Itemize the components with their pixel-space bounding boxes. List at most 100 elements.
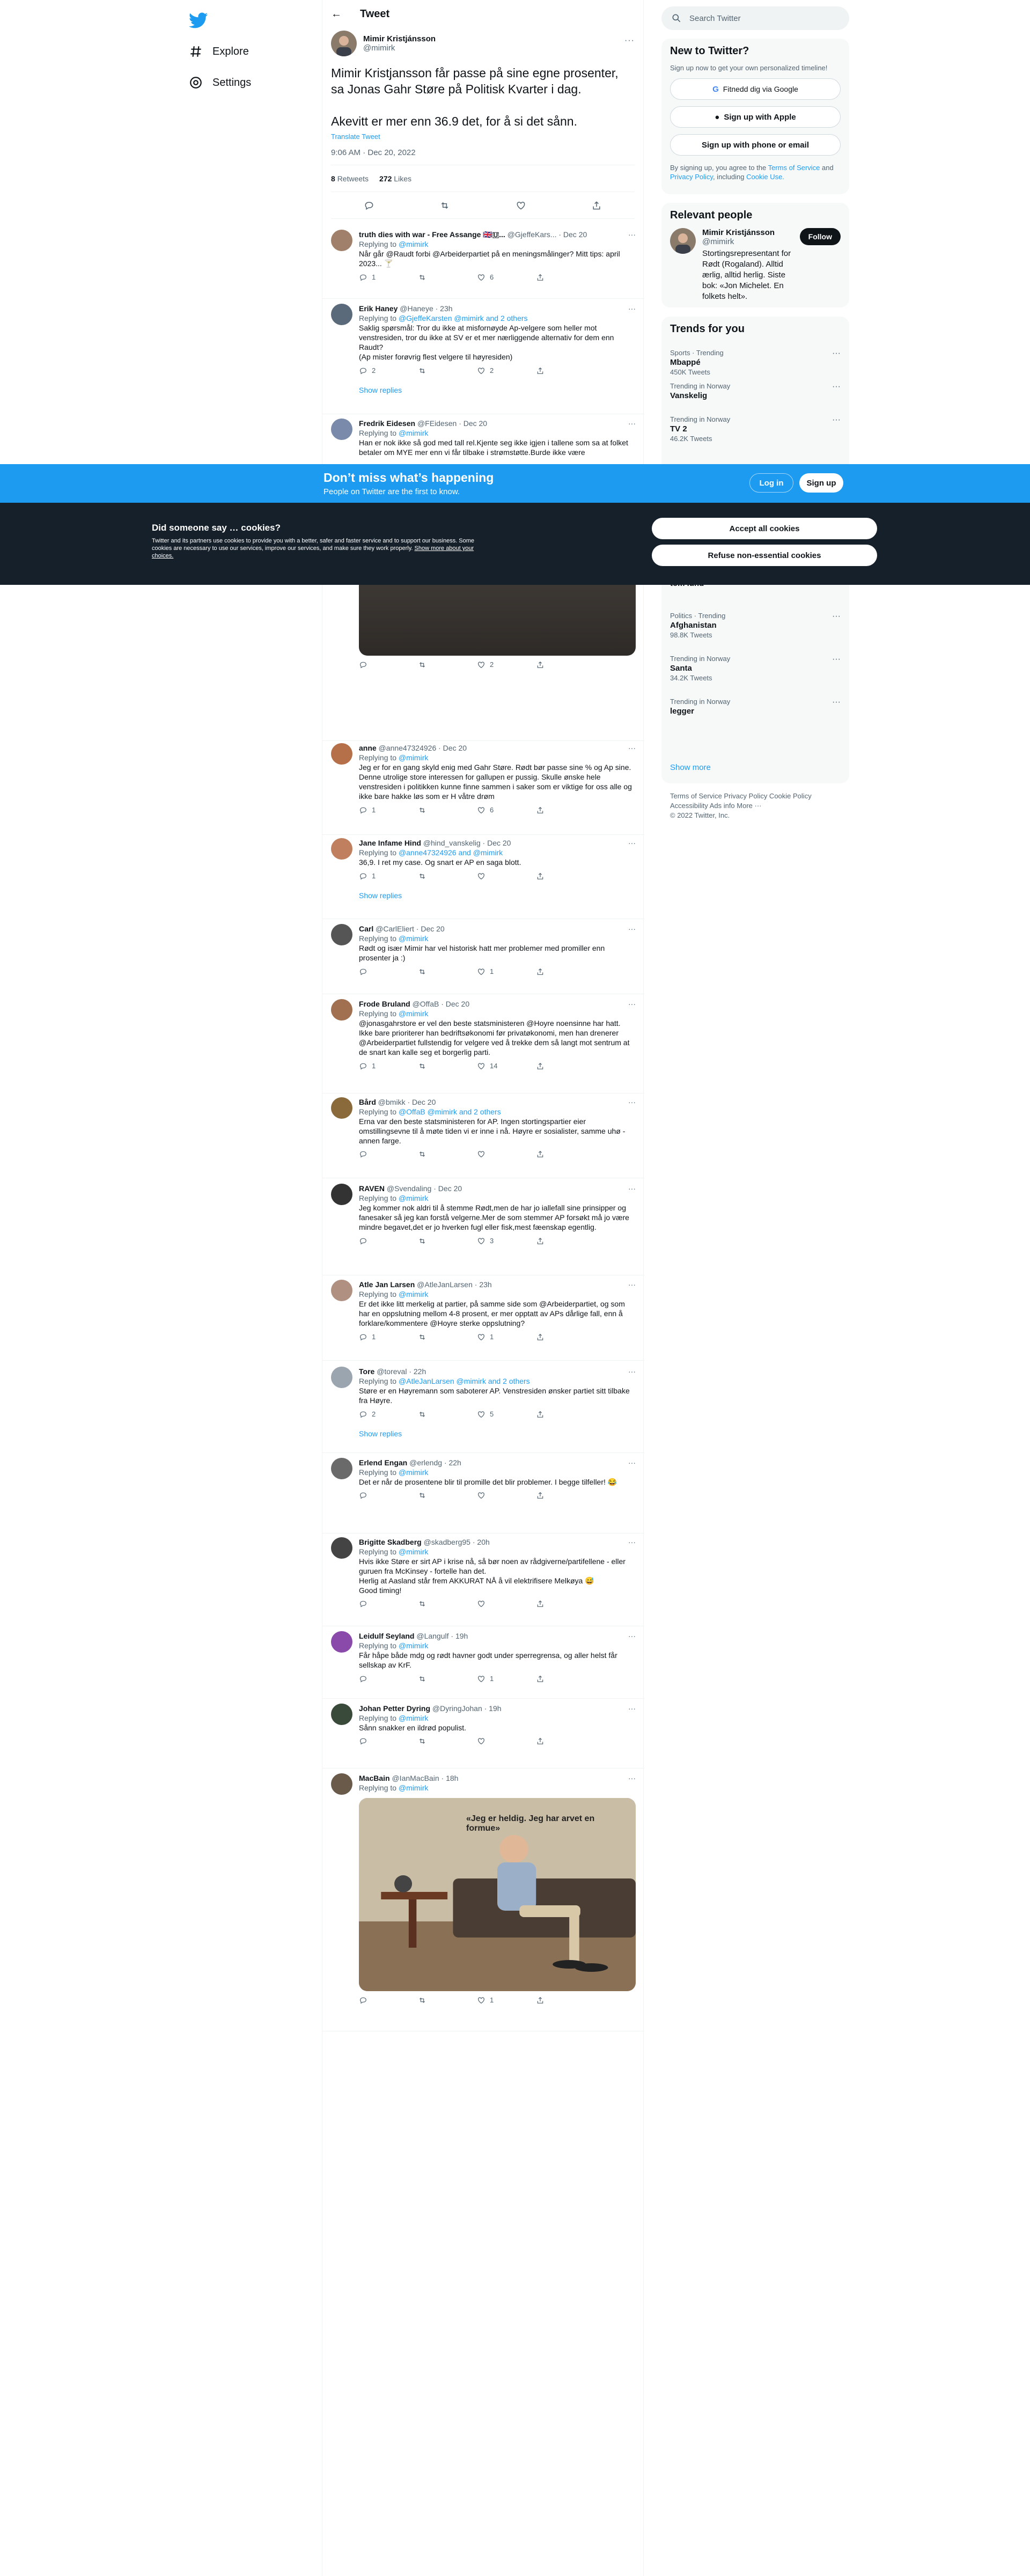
- reply-author-name[interactable]: truth dies with war - Free Assange 🇬🇧🇺..…: [359, 230, 505, 239]
- footer-links[interactable]: Terms of Service Privacy Policy Cookie P…: [670, 791, 847, 801]
- reply-tweet[interactable]: anne @anne47324926 · Dec 20 ··· Replying t…: [322, 743, 644, 815]
- like-action[interactable]: 1: [477, 1995, 536, 2005]
- avatar[interactable]: [331, 419, 352, 440]
- trend-item[interactable]: Trending in Norway TV 2 46.2K Tweets ···: [661, 409, 849, 452]
- reply-icon[interactable]: [364, 200, 374, 211]
- cookie-use-link[interactable]: Cookie Use.: [746, 173, 784, 181]
- reply-action[interactable]: [359, 967, 418, 977]
- like-action[interactable]: [477, 871, 536, 881]
- like-action[interactable]: 3: [477, 1236, 536, 1246]
- reply-tweet[interactable]: Brigitte Skadberg @skadberg95 · 20h ··· Re…: [322, 1537, 644, 1608]
- avatar[interactable]: [331, 999, 352, 1021]
- share-action[interactable]: [536, 1410, 595, 1419]
- reply-action[interactable]: [359, 1674, 418, 1684]
- reply-author-handle[interactable]: @Svendaling: [387, 1184, 432, 1193]
- share-action[interactable]: [536, 1599, 595, 1608]
- more-icon[interactable]: ···: [832, 349, 841, 358]
- share-action[interactable]: [536, 1737, 595, 1745]
- retweet-action[interactable]: [418, 1236, 477, 1246]
- follow-button[interactable]: Follow: [799, 228, 841, 245]
- reply-time[interactable]: · 20h: [473, 1538, 490, 1546]
- reply-time[interactable]: · Dec 20: [433, 1184, 462, 1193]
- twitter-logo-icon[interactable]: [189, 11, 210, 32]
- reply-author-name[interactable]: anne: [359, 744, 377, 752]
- avatar[interactable]: [331, 1097, 352, 1119]
- reply-tweet[interactable]: Atle Jan Larsen @AtleJanLarsen · 23h ··· R…: [322, 1280, 644, 1342]
- reply-tweet[interactable]: Johan Petter Dyring @DyringJohan · 19h ··…: [322, 1704, 644, 1745]
- nav-explore[interactable]: Explore: [182, 39, 255, 64]
- reply-time[interactable]: · 19h: [451, 1632, 468, 1640]
- like-action[interactable]: 1: [477, 1674, 536, 1684]
- more-icon[interactable]: ···: [628, 838, 636, 848]
- retweets-stat[interactable]: 8 Retweets: [331, 174, 369, 183]
- relevant-person[interactable]: Mimir Kristjánsson @mimirk Stortingsrepr…: [661, 228, 849, 302]
- reply-tweet[interactable]: MacBain @IanMacBain · 18h ··· Replying to …: [322, 1773, 644, 2005]
- more-icon[interactable]: ···: [628, 1458, 636, 1467]
- reply-action[interactable]: 1: [359, 805, 418, 815]
- more-icon[interactable]: ···: [832, 655, 841, 664]
- replying-to-handles[interactable]: @mimirk: [399, 1468, 428, 1477]
- refuse-cookies-button[interactable]: Refuse non-essential cookies: [652, 545, 877, 566]
- reply-author-name[interactable]: Carl: [359, 924, 373, 933]
- replying-to-handles[interactable]: @mimirk: [399, 1290, 428, 1298]
- reply-author-name[interactable]: Jane Infame Hind: [359, 839, 421, 847]
- show-replies-link[interactable]: Show replies: [359, 1429, 636, 1439]
- share-action[interactable]: [536, 871, 595, 881]
- more-icon[interactable]: ···: [628, 924, 636, 934]
- avatar[interactable]: [331, 1537, 352, 1559]
- reply-tweet[interactable]: Leidulf Seyland @Langulf · 19h ··· Replyin…: [322, 1631, 644, 1684]
- more-icon[interactable]: ···: [628, 1367, 636, 1376]
- reply-tweet[interactable]: Erik Haney @Haneye · 23h ··· Replying to @…: [322, 304, 644, 395]
- replying-to-handles[interactable]: @mimirk: [399, 240, 428, 248]
- more-icon[interactable]: ···: [832, 612, 841, 621]
- reply-author-handle[interactable]: @IanMacBain: [392, 1774, 439, 1782]
- like-action[interactable]: 5: [477, 1410, 536, 1419]
- avatar[interactable]: [331, 1773, 352, 1795]
- show-replies-link[interactable]: Show replies: [359, 891, 636, 900]
- reply-author-handle[interactable]: @Haneye: [400, 304, 433, 313]
- reply-author-handle[interactable]: @Langulf: [416, 1632, 448, 1640]
- tweet-timestamp[interactable]: 9:06 AM · Dec 20, 2022: [331, 148, 635, 165]
- reply-tweet[interactable]: Frode Bruland @OffaB · Dec 20 ··· Replying…: [322, 999, 644, 1071]
- reply-author-name[interactable]: MacBain: [359, 1774, 390, 1782]
- reply-time[interactable]: · 22h: [409, 1367, 426, 1376]
- avatar[interactable]: [331, 924, 352, 945]
- more-icon[interactable]: ···: [628, 304, 636, 313]
- reply-tweet[interactable]: RAVEN @Svendaling · Dec 20 ··· Replying to…: [322, 1184, 644, 1246]
- accept-cookies-button[interactable]: Accept all cookies: [652, 518, 877, 539]
- retweet-action[interactable]: [418, 1995, 477, 2005]
- replying-to-handles[interactable]: @OffaB @mimirk and 2 others: [399, 1107, 501, 1116]
- avatar[interactable]: [331, 1280, 352, 1301]
- reply-action[interactable]: 1: [359, 1332, 418, 1342]
- show-replies-link[interactable]: Show replies: [359, 385, 636, 395]
- translate-link[interactable]: Translate Tweet: [331, 133, 635, 141]
- reply-action[interactable]: 1: [359, 273, 418, 282]
- nav-settings[interactable]: Settings: [182, 70, 258, 96]
- replying-to-handles[interactable]: @mimirk: [399, 1641, 428, 1650]
- reply-action[interactable]: [359, 1737, 418, 1745]
- like-action[interactable]: 1: [477, 1332, 536, 1342]
- reply-tweet[interactable]: truth dies with war - Free Assange 🇬🇧🇺..…: [322, 230, 644, 282]
- apple-signup-button[interactable]: ● Sign up with Apple: [670, 106, 841, 128]
- tweet-image[interactable]: «Jeg er heldig. Jeg har arvet en formue»: [359, 1798, 636, 1991]
- share-action[interactable]: [536, 1995, 595, 2005]
- retweet-icon[interactable]: [439, 200, 450, 211]
- replying-to-handles[interactable]: @mimirk: [399, 1194, 428, 1202]
- author-handle[interactable]: @mimirk: [363, 43, 436, 53]
- retweet-action[interactable]: [418, 1150, 477, 1158]
- avatar[interactable]: [670, 228, 696, 254]
- reply-author-name[interactable]: RAVEN: [359, 1184, 385, 1193]
- avatar[interactable]: [331, 31, 357, 56]
- share-action[interactable]: [536, 805, 595, 815]
- reply-time[interactable]: · 19h: [484, 1704, 502, 1713]
- retweet-action[interactable]: [418, 871, 477, 881]
- replying-to-handles[interactable]: @mimirk: [399, 934, 428, 943]
- share-action[interactable]: [536, 1061, 595, 1071]
- reply-time[interactable]: · Dec 20: [558, 230, 587, 239]
- reply-author-handle[interactable]: @toreval: [377, 1367, 407, 1376]
- retweet-action[interactable]: [418, 1410, 477, 1419]
- retweet-action[interactable]: [418, 1332, 477, 1342]
- like-action[interactable]: 14: [477, 1061, 536, 1071]
- more-icon[interactable]: ···: [628, 1704, 636, 1713]
- reply-author-handle[interactable]: @AtleJanLarsen: [417, 1280, 473, 1289]
